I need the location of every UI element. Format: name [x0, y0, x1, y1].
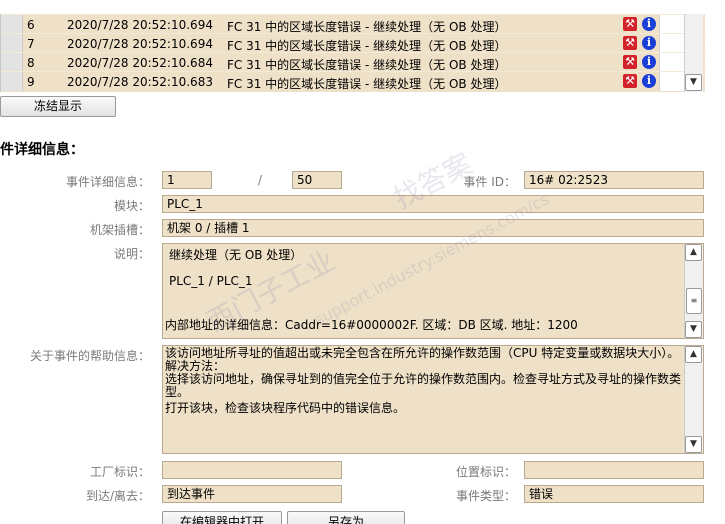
separator-label: / [257, 173, 262, 187]
help-line: 型。 [165, 385, 190, 399]
help-line: 打开该块，检查该块程序代码中的错误信息。 [165, 401, 406, 415]
location-id-field [524, 461, 704, 479]
factory-id-field [162, 461, 342, 479]
wrench-icon[interactable]: ⚒ [623, 17, 637, 31]
wrench-icon[interactable]: ⚒ [623, 74, 637, 88]
rack-slot-label: 机架插槽： [89, 223, 150, 237]
description-line: 继续处理（无 OB 处理） [169, 248, 303, 262]
event-number: 9 [27, 75, 35, 89]
table-row[interactable]: 9 2020/7/28 20:52:10.683 FC 31 中的区域长度错误 … [1, 71, 706, 91]
event-detail-label: 事件详细信息： [65, 175, 150, 189]
factory-id-label: 工厂标识： [89, 465, 150, 479]
event-time: 2020/7/28 20:52:10.694 [67, 18, 213, 32]
blank-column [659, 53, 685, 72]
event-number: 8 [27, 56, 35, 70]
event-type-label: 事件类型： [455, 489, 516, 503]
description-label: 说明： [113, 247, 150, 261]
scroll-thumb[interactable]: ≡ [686, 288, 702, 314]
wrench-icon[interactable]: ⚒ [623, 55, 637, 69]
chevron-up-icon[interactable]: ▲ [685, 244, 702, 261]
info-icon[interactable]: i [642, 36, 656, 50]
help-line: 选择该访问地址，确保寻址到的值完全位于允许的操作数范围内。检查寻址方式及寻址的操… [165, 372, 682, 386]
event-table: 6 2020/7/28 20:52:10.694 FC 31 中的区域长度错误 … [0, 14, 706, 92]
event-number: 6 [27, 18, 35, 32]
event-id-label: 事件 ID： [463, 175, 516, 189]
event-table-scrollbar[interactable]: ▼ [684, 14, 703, 92]
module-field: PLC_1 [162, 195, 704, 213]
blank-column [659, 15, 685, 34]
help-label: 关于事件的帮助信息： [29, 349, 150, 363]
info-icon[interactable]: i [642, 74, 656, 88]
description-scrollbar[interactable]: ▲ ≡ ▼ [684, 244, 703, 338]
section-title: 件详细信息： [0, 142, 84, 158]
event-time: 2020/7/28 20:52:10.684 [67, 56, 213, 70]
wrench-icon[interactable]: ⚒ [623, 36, 637, 50]
help-line: 该访问地址所寻址的值超出或未完全包含在所允许的操作数范围（CPU 特定变量或数据… [165, 346, 680, 360]
module-label: 模块： [113, 199, 150, 213]
event-id-field: 16# 02:2523 [524, 171, 704, 189]
row-selector[interactable] [1, 72, 23, 91]
description-textarea[interactable]: 继续处理（无 OB 处理） PLC_1 / PLC_1 内部地址的详细信息：Ca… [162, 243, 704, 339]
row-selector[interactable] [1, 34, 23, 53]
table-row[interactable]: 8 2020/7/28 20:52:10.684 FC 31 中的区域长度错误 … [1, 52, 706, 72]
chevron-down-icon[interactable]: ▼ [685, 321, 702, 338]
event-total-field: 50 [292, 171, 342, 189]
freeze-display-button[interactable]: 冻结显示 [0, 96, 116, 117]
row-selector[interactable] [1, 15, 23, 34]
event-time: 2020/7/28 20:52:10.694 [67, 37, 213, 51]
open-in-editor-button[interactable]: 在编辑器中打开 [162, 511, 282, 524]
row-selector[interactable] [1, 53, 23, 72]
chevron-down-icon[interactable]: ▼ [685, 74, 702, 91]
arrive-leave-field: 到达事件 [162, 485, 342, 503]
blank-column [659, 72, 685, 91]
rack-slot-field: 机架 0 / 插槽 1 [162, 219, 704, 237]
help-scrollbar[interactable]: ▲ ▼ [684, 346, 703, 453]
arrive-leave-label: 到达/离去： [85, 489, 150, 503]
event-time: 2020/7/28 20:52:10.683 [67, 75, 213, 89]
table-header-strip [0, 0, 725, 14]
location-id-label: 位置标识： [455, 465, 516, 479]
event-index-field: 1 [162, 171, 212, 189]
description-line: PLC_1 / PLC_1 [169, 274, 253, 288]
chevron-down-icon[interactable]: ▼ [685, 436, 702, 453]
table-row[interactable]: 6 2020/7/28 20:52:10.694 FC 31 中的区域长度错误 … [1, 14, 706, 34]
table-row[interactable]: 7 2020/7/28 20:52:10.694 FC 31 中的区域长度错误 … [1, 33, 706, 53]
event-message: FC 31 中的区域长度错误 - 继续处理（无 OB 处理） [227, 77, 507, 91]
blank-column [659, 34, 685, 53]
info-icon[interactable]: i [642, 17, 656, 31]
chevron-up-icon[interactable]: ▲ [685, 346, 702, 363]
info-icon[interactable]: i [642, 55, 656, 69]
save-as-button[interactable]: 另存为 [287, 511, 405, 524]
event-number: 7 [27, 37, 35, 51]
help-textarea[interactable]: 该访问地址所寻址的值超出或未完全包含在所允许的操作数范围（CPU 特定变量或数据… [162, 345, 704, 454]
event-type-field: 错误 [524, 485, 704, 503]
description-line: 内部地址的详细信息：Caddr=16#0000002F. 区域：DB 区域. 地… [165, 318, 578, 332]
